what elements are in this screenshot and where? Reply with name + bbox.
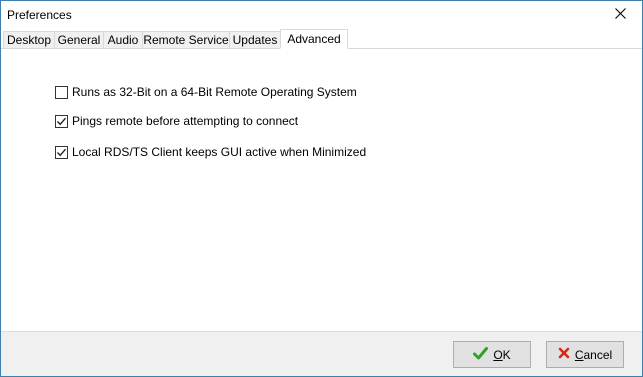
close-button[interactable]: [598, 1, 642, 29]
close-icon: [614, 8, 626, 22]
option-32bit-label: Runs as 32-Bit on a 64-Bit Remote Operat…: [72, 85, 357, 99]
window-title: Preferences: [7, 8, 72, 22]
option-gui-active-checkbox[interactable]: [55, 145, 68, 159]
tab-label: Audio: [107, 33, 139, 47]
tab-updates[interactable]: Updates: [229, 31, 281, 48]
tab-label: Updates: [232, 33, 278, 47]
option-ping-checkbox[interactable]: [55, 114, 68, 128]
ok-button-label: OK: [493, 348, 510, 362]
advanced-panel: Runs as 32-Bit on a 64-Bit Remote Operat…: [1, 49, 642, 331]
cancel-button-label: Cancel: [575, 348, 612, 362]
checkmark-icon: [473, 346, 489, 363]
tab-remote-service[interactable]: Remote Service: [142, 31, 230, 48]
option-ping-row[interactable]: Pings remote before attempting to connec…: [55, 113, 298, 129]
tab-audio[interactable]: Audio: [103, 31, 143, 48]
ok-accelerator: O: [493, 347, 503, 362]
ok-button[interactable]: OK: [453, 341, 531, 368]
tab-general[interactable]: General: [54, 31, 104, 48]
option-gui-active-label: Local RDS/TS Client keeps GUI active whe…: [72, 145, 367, 159]
option-gui-active-row[interactable]: Local RDS/TS Client keeps GUI active whe…: [55, 144, 366, 160]
option-32bit-row[interactable]: Runs as 32-Bit on a 64-Bit Remote Operat…: [55, 84, 357, 100]
preferences-window: Preferences Desktop General Audio Remote…: [0, 0, 643, 377]
checkmark-icon: [56, 148, 67, 156]
tab-label: Remote Service: [143, 33, 229, 47]
tab-desktop[interactable]: Desktop: [3, 31, 55, 48]
title-bar: Preferences: [1, 1, 642, 29]
button-bar: OK Cancel: [1, 331, 642, 376]
red-x-icon: [558, 347, 570, 362]
checkmark-icon: [56, 117, 67, 125]
cancel-button[interactable]: Cancel: [546, 341, 624, 368]
option-32bit-checkbox[interactable]: [55, 85, 68, 99]
tab-advanced[interactable]: Advanced: [280, 29, 348, 49]
tab-label: Advanced: [287, 32, 341, 46]
tab-strip: Desktop General Audio Remote Service Upd…: [1, 29, 642, 49]
tab-label: Desktop: [6, 33, 52, 47]
option-ping-label: Pings remote before attempting to connec…: [72, 114, 299, 128]
ok-label-rest: K: [502, 347, 511, 362]
cancel-label-rest: ancel: [583, 347, 613, 362]
tab-label: General: [57, 33, 101, 47]
